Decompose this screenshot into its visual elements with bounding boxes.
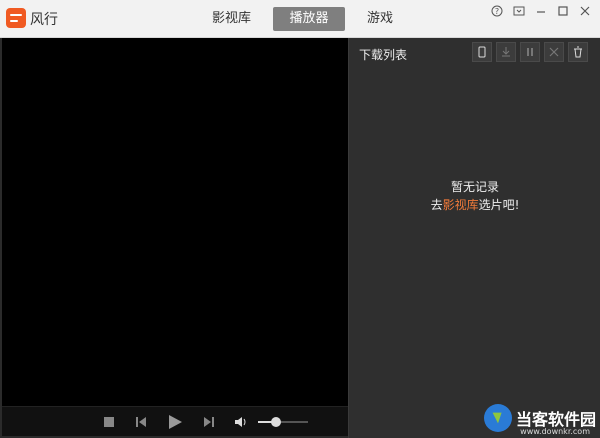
tab-games[interactable]: 游戏 [355,7,405,31]
window-controls: ? [490,4,592,18]
empty-message: 暂无记录 [450,180,499,194]
main-tabs: 影视库 播放器 游戏 [200,7,405,31]
watermark: 当客软件园 www.downkr.com [483,404,596,436]
empty-hint: 去影视库选片吧! [349,196,600,214]
watermark-url: www.downkr.com [520,427,590,436]
download-list-title: 下载列表 [359,48,408,62]
trash-icon[interactable] [568,42,588,62]
app-logo-icon [6,8,26,28]
help-icon[interactable]: ? [490,4,504,18]
svg-text:?: ? [495,7,499,16]
volume-slider-handle[interactable] [270,417,281,427]
empty-state: 暂无记录 去影视库选片吧! [349,178,600,214]
download-panel: 下载列表 暂无记录 去影视库选片吧! 当客软件园 www.downkr.com [348,38,600,438]
tab-player[interactable]: 播放器 [273,7,346,31]
empty-hint-suffix: 选片吧! [478,198,520,212]
watermark-logo-icon [483,404,512,432]
minimize-icon[interactable] [534,4,548,18]
download-toolbar [472,42,588,62]
stop-icon[interactable] [102,415,116,429]
empty-hint-prefix: 去 [430,198,443,212]
mobile-icon[interactable] [472,42,492,62]
previous-icon[interactable] [134,415,148,429]
playback-controls [2,406,348,436]
title-bar: 风行 影视库 播放器 游戏 ? [0,0,600,38]
app-name: 风行 [30,12,58,28]
tab-library[interactable]: 影视库 [200,7,263,31]
mini-mode-icon[interactable] [512,4,526,18]
cancel-icon[interactable] [544,42,564,62]
play-icon[interactable] [166,413,184,431]
video-display[interactable] [2,38,348,436]
maximize-icon[interactable] [556,4,570,18]
pause-icon[interactable] [520,42,540,62]
download-icon[interactable] [496,42,516,62]
library-link[interactable]: 影视库 [443,198,479,212]
close-icon[interactable] [578,4,592,18]
app-window: 风行 影视库 播放器 游戏 ? 下载列表 暂无记录 去影视库选片吧! 当客软件园… [0,0,600,438]
next-icon[interactable] [202,415,216,429]
volume-icon[interactable] [234,415,248,429]
